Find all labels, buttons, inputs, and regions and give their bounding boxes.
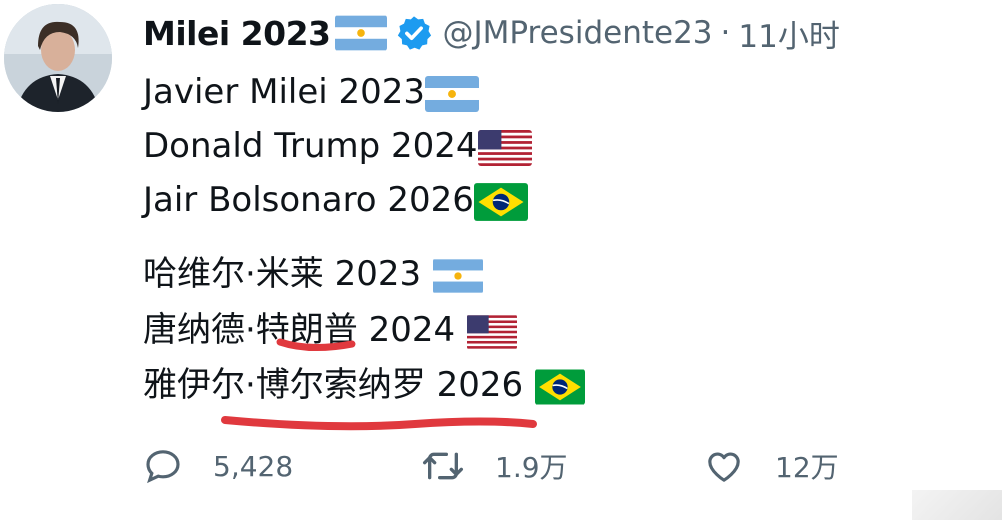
retweet-button[interactable]: 1.9万 bbox=[421, 446, 568, 486]
tweet-line-text: Javier Milei 2023 bbox=[143, 72, 426, 112]
watermark-corner bbox=[912, 490, 1002, 520]
tweet-line: 雅伊尔·博尔索纳罗 2026 bbox=[143, 363, 585, 407]
avatar[interactable] bbox=[4, 4, 112, 112]
heart-icon bbox=[708, 452, 740, 482]
tweet-line: Jair Bolsonaro 2026 bbox=[143, 178, 528, 222]
retweet-count: 1.9万 bbox=[495, 451, 568, 484]
like-button[interactable]: 12万 bbox=[703, 446, 839, 486]
tweet-line-text: Donald Trump 2024 bbox=[143, 126, 478, 166]
tweet-line: 唐纳德·特朗普 2024 bbox=[143, 308, 517, 352]
retweet-icon bbox=[422, 452, 463, 480]
user-handle[interactable]: @JMPresidente23 bbox=[443, 15, 713, 51]
reply-count: 5,428 bbox=[213, 449, 294, 483]
like-count: 12万 bbox=[775, 451, 839, 484]
reply-button[interactable]: 5,428 bbox=[143, 446, 293, 486]
separator: · bbox=[720, 15, 731, 51]
tweet-line: 哈维尔·米莱 2023 bbox=[143, 252, 483, 296]
brazil-flag-icon bbox=[535, 369, 585, 405]
timestamp[interactable]: 11小时 bbox=[738, 11, 839, 56]
tweet-line: Javier Milei 2023 bbox=[143, 70, 479, 114]
argentina-flag-icon bbox=[433, 258, 483, 294]
verified-badge-icon bbox=[395, 14, 433, 52]
argentina-flag-icon bbox=[335, 15, 387, 51]
usa-flag-icon bbox=[467, 314, 517, 350]
reply-icon bbox=[146, 450, 180, 484]
tweet-line-text: 雅伊尔·博尔索纳罗 2026 bbox=[143, 365, 524, 405]
brazil-flag-icon bbox=[474, 183, 528, 221]
tweet-line: Donald Trump 2024 bbox=[143, 124, 532, 168]
usa-flag-icon bbox=[478, 130, 532, 166]
display-name[interactable]: Milei 2023 bbox=[143, 14, 331, 53]
tweet-header: Milei 2023 @JMPresidente23 · 11小时 bbox=[143, 8, 840, 58]
tweet-line-text: Jair Bolsonaro 2026 bbox=[143, 180, 474, 220]
argentina-flag-icon bbox=[425, 76, 479, 112]
tweet-line-text: 唐纳德·特朗普 2024 bbox=[143, 310, 456, 350]
tweet-line-text: 哈维尔·米莱 2023 bbox=[143, 254, 422, 294]
